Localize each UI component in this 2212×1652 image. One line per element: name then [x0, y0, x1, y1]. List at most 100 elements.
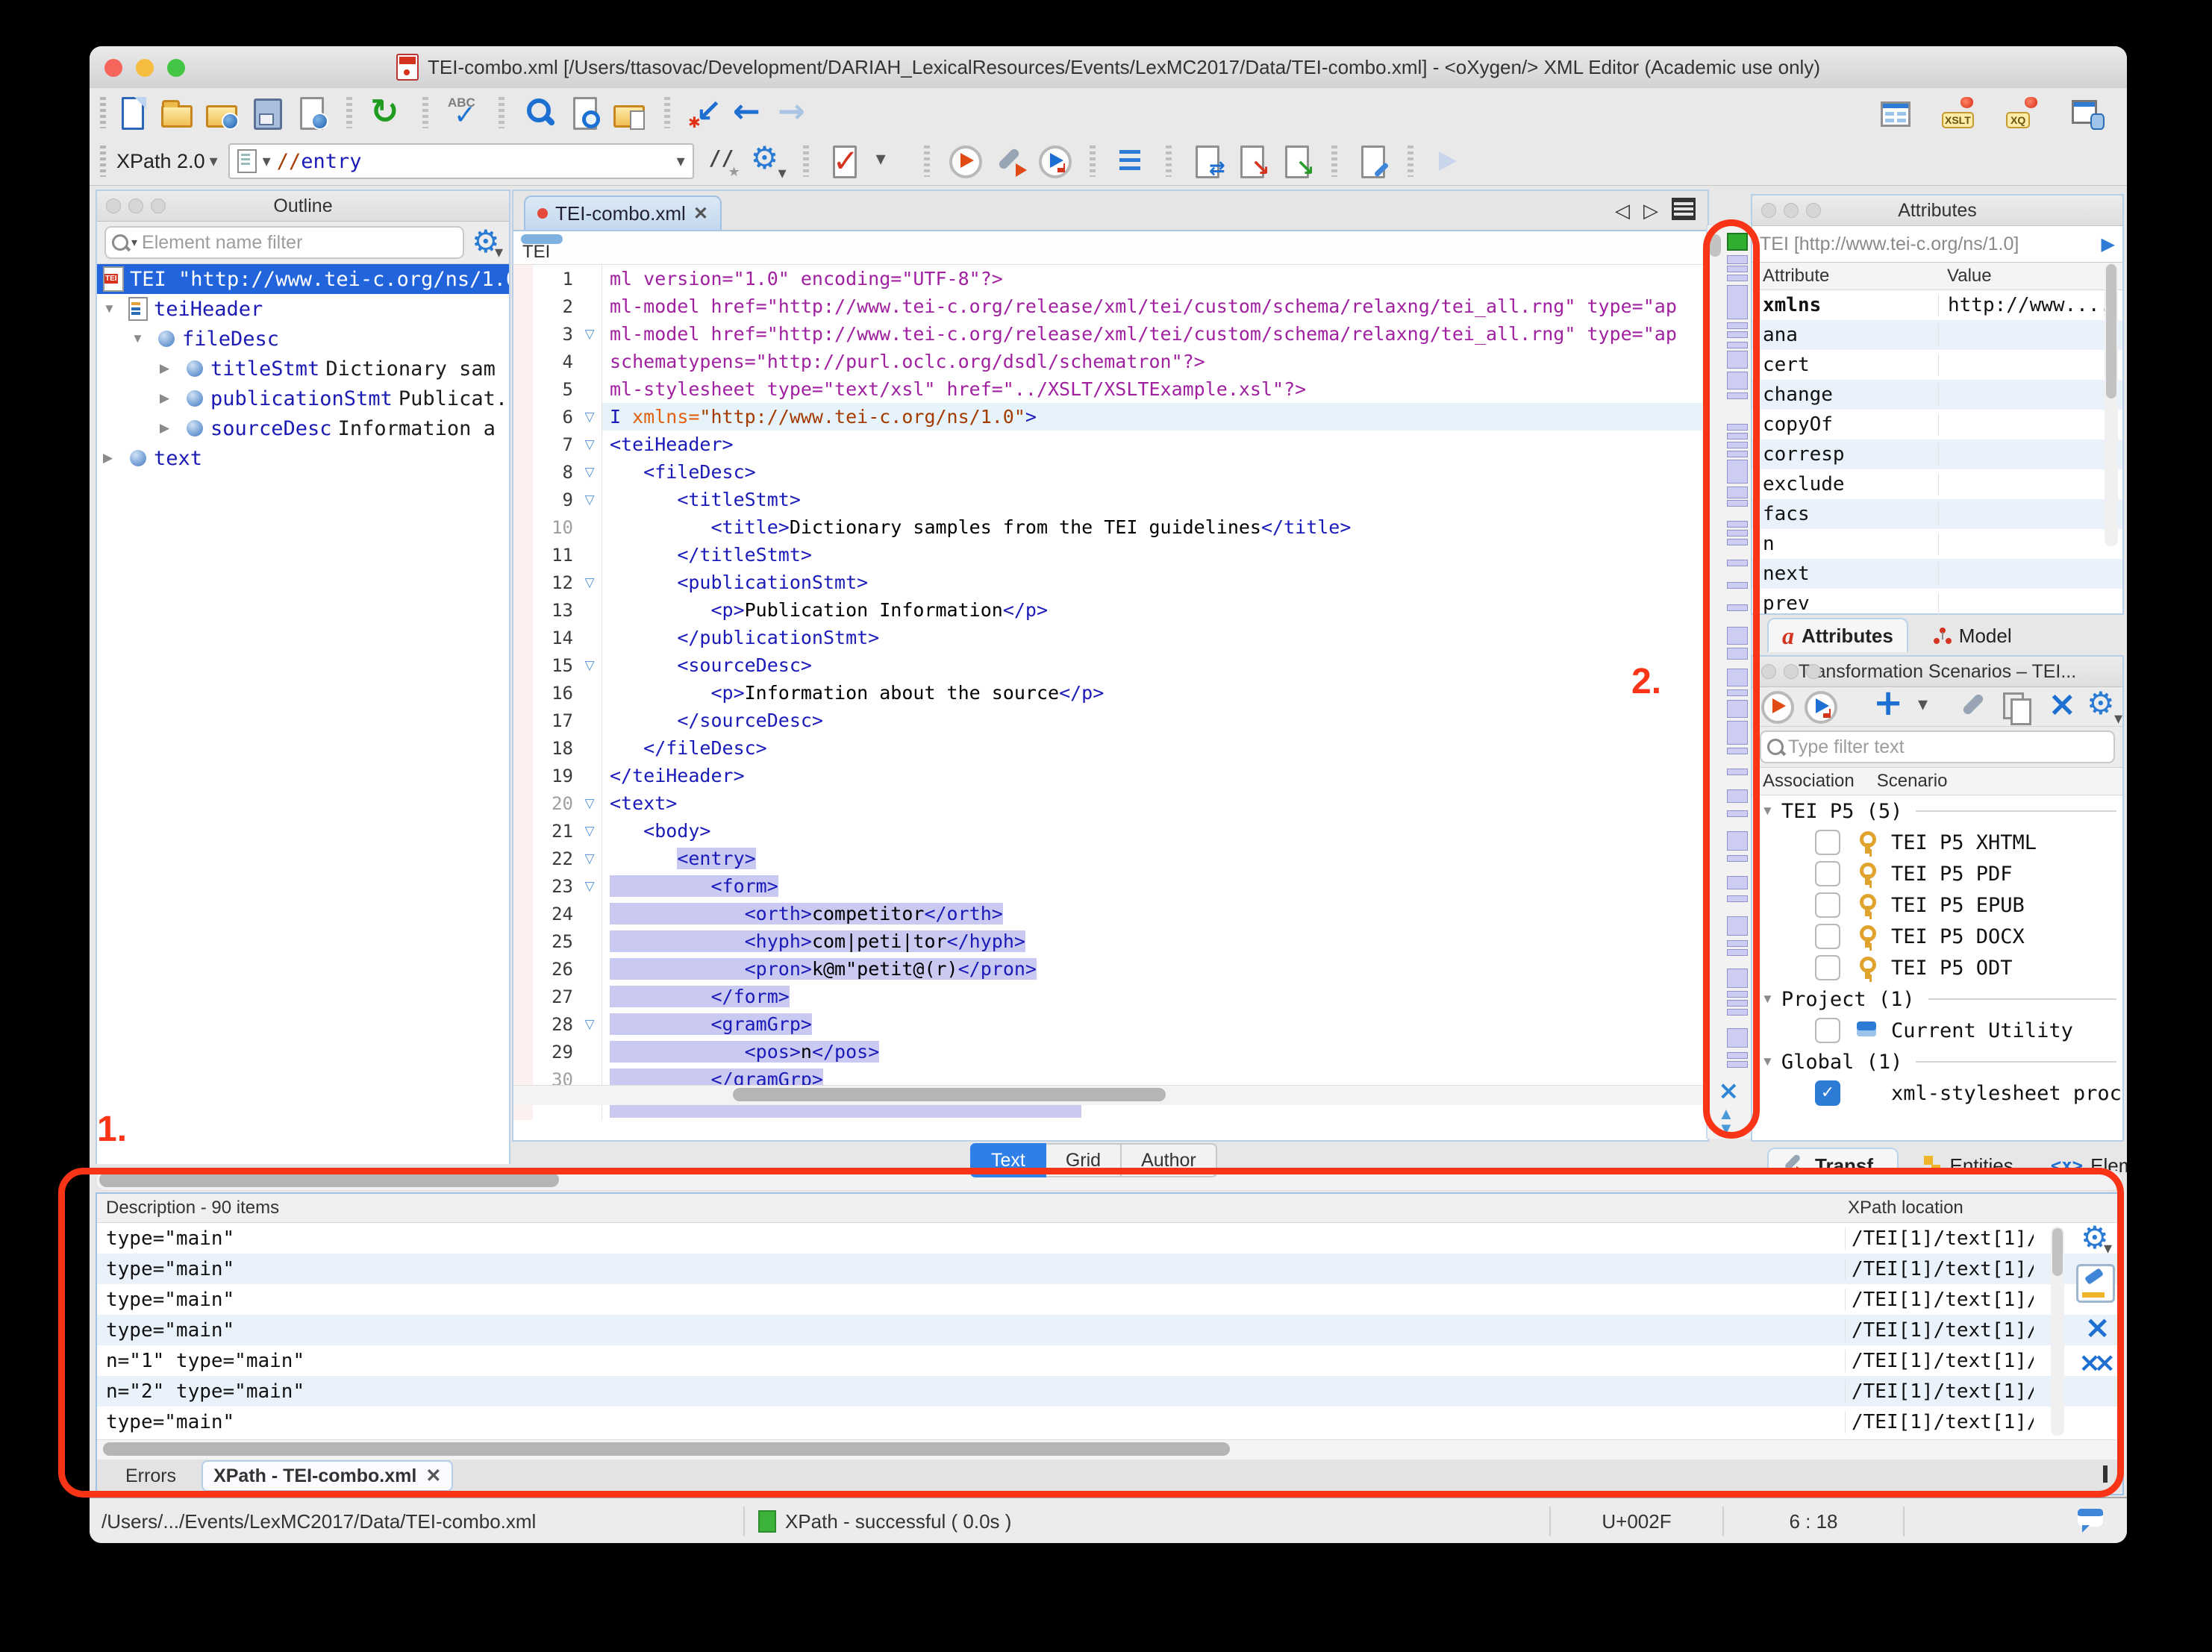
close-icon[interactable]: ✕: [693, 203, 708, 225]
fold-toggle-icon[interactable]: ▽: [578, 410, 602, 425]
fold-toggle-icon[interactable]: ▽: [578, 465, 602, 480]
code-line[interactable]: 26 <pron>k@m"petit@(r)</pron>: [513, 955, 1708, 983]
scenario-group[interactable]: ▼Global (1): [1752, 1046, 2122, 1077]
xpath-version-label[interactable]: XPath 2.0: [116, 150, 205, 173]
outline-filter-field[interactable]: ▾: [104, 226, 464, 259]
open-url-icon[interactable]: [204, 96, 239, 130]
code-line[interactable]: 9▽ <titleStmt>: [513, 486, 1708, 513]
code-editor[interactable]: 1ml version="1.0" encoding="UTF-8"?>2ml-…: [513, 265, 1708, 1120]
xpath-history-icon[interactable]: [237, 149, 257, 173]
scenario-item[interactable]: TEI P5 XHTML: [1752, 827, 2122, 858]
search-folder-icon[interactable]: [612, 96, 646, 130]
wrench-b-icon[interactable]: [1957, 689, 1991, 724]
drop-icon[interactable]: [872, 144, 906, 178]
xq-debug-icon[interactable]: [2006, 96, 2040, 130]
attributes-panel-header[interactable]: Attributes: [1752, 195, 2122, 226]
outline-item[interactable]: ▶titleStmtDictionary sam: [97, 354, 509, 384]
scenario-checkbox[interactable]: [1815, 861, 1840, 886]
slash-star-icon[interactable]: [706, 144, 740, 178]
clear-highlights-icon[interactable]: ×: [1718, 1076, 1740, 1106]
code-line[interactable]: 12▽ <publicationStmt>: [513, 569, 1708, 596]
results-horizontal-scrollbar[interactable]: [97, 1439, 2122, 1459]
tab-xpath-results[interactable]: XPath - TEI-combo.xml ✕: [201, 1460, 453, 1492]
code-line[interactable]: 21▽ <body>: [513, 817, 1708, 845]
save-url-icon[interactable]: [294, 96, 328, 130]
outline-item[interactable]: ▶text: [97, 443, 509, 473]
tab-errors[interactable]: Errors: [115, 1462, 187, 1490]
copy-docs-icon[interactable]: [2000, 689, 2034, 724]
code-line[interactable]: 20▽<text>: [513, 789, 1708, 817]
scenarios-filter-field[interactable]: [1760, 730, 2115, 763]
code-line[interactable]: 27 </form>: [513, 983, 1708, 1010]
code-line[interactable]: 4schematypens="http://purl.oclc.org/dsdl…: [513, 348, 1708, 375]
debug-run-icon[interactable]: [1803, 689, 1837, 724]
code-line[interactable]: 10 <title>Dictionary samples from the TE…: [513, 513, 1708, 541]
attribute-row[interactable]: exclude: [1752, 469, 2122, 499]
fold-toggle-icon[interactable]: ▽: [578, 575, 602, 590]
scenario-filter-input[interactable]: [1787, 736, 2108, 759]
element-combo[interactable]: TEI [http://www.tei-c.org/ns/1.0] ▶: [1752, 226, 2122, 263]
code-line[interactable]: 6▽I xmlns="http://www.tei-c.org/ns/1.0">: [513, 403, 1708, 431]
validate-icon[interactable]: [827, 144, 861, 178]
editor-overview-ruler[interactable]: × ▲ ▼: [1706, 225, 1752, 1139]
code-line[interactable]: 16 <p>Information about the source</p>: [513, 679, 1708, 707]
code-line[interactable]: 11 </titleStmt>: [513, 541, 1708, 569]
run-icon[interactable]: [1760, 689, 1794, 724]
wrench-icon[interactable]: [993, 144, 1027, 178]
mode-tab-author[interactable]: Author: [1122, 1143, 1217, 1177]
scenario-item[interactable]: TEI P5 DOCX: [1752, 921, 2122, 952]
mode-tab-text[interactable]: Text: [970, 1143, 1046, 1177]
code-line[interactable]: 19</teiHeader>: [513, 762, 1708, 789]
scenario-checkbox[interactable]: [1815, 892, 1840, 918]
result-row[interactable]: type="main"/TEI[1]/text[1]/bod: [97, 1407, 2122, 1437]
attribute-row[interactable]: cert: [1752, 350, 2122, 380]
code-line[interactable]: 29 <pos>n</pos>: [513, 1038, 1708, 1066]
outline-item[interactable]: ▼teiHeader: [97, 294, 509, 324]
chevron-right-icon[interactable]: ▶: [160, 361, 179, 376]
remove-all-results-icon[interactable]: [2078, 1351, 2113, 1377]
promote-red-icon[interactable]: [1234, 144, 1269, 178]
attribute-row[interactable]: prev: [1752, 589, 2122, 616]
breadcrumb-element[interactable]: TEI: [522, 242, 550, 263]
chevron-down-icon[interactable]: ▼: [1761, 1054, 1774, 1069]
scenario-item[interactable]: TEI P5 PDF: [1752, 858, 2122, 889]
scenario-checkbox[interactable]: ✓: [1815, 1080, 1840, 1106]
scenario-group[interactable]: ▼TEI P5 (5): [1752, 795, 2122, 827]
editor-tab[interactable]: TEI-combo.xml ✕: [524, 195, 722, 230]
spellcheck-icon[interactable]: [446, 96, 481, 130]
code-line[interactable]: 18 </fileDesc>: [513, 734, 1708, 762]
highlighter-icon[interactable]: [2076, 1264, 2115, 1303]
fold-toggle-icon[interactable]: ▽: [578, 492, 602, 507]
outline-panel-header[interactable]: Outline: [97, 191, 509, 222]
search-icon[interactable]: [522, 96, 557, 130]
code-line[interactable]: 14 </publicationStmt>: [513, 624, 1708, 651]
format-indent-icon[interactable]: [1113, 144, 1148, 178]
scenario-item[interactable]: TEI P5 EPUB: [1752, 889, 2122, 921]
layout-icon[interactable]: [1878, 96, 1912, 130]
result-row[interactable]: n="2" type="main"/TEI[1]/text[1]/bod: [97, 1376, 2122, 1407]
apply-transform-icon[interactable]: [1190, 144, 1224, 178]
attribute-row[interactable]: ana: [1752, 320, 2122, 350]
scenario-checkbox[interactable]: [1815, 924, 1840, 949]
forward-icon[interactable]: [778, 96, 812, 130]
scenario-item[interactable]: TEI P5 ODT: [1752, 952, 2122, 983]
scenario-item[interactable]: Current Utility: [1752, 1015, 2122, 1046]
edit-doc-icon[interactable]: [1355, 144, 1390, 178]
validation-status-icon[interactable]: [1727, 233, 1748, 251]
new-doc-icon[interactable]: [115, 96, 149, 130]
chevron-right-icon[interactable]: ▶: [103, 451, 122, 466]
attribute-row[interactable]: xmlnshttp://www....: [1752, 290, 2122, 320]
promote-green-icon[interactable]: [1279, 144, 1313, 178]
chevron-right-icon[interactable]: ▶: [160, 391, 179, 406]
code-line[interactable]: 3▽ml-model href="http://www.tei-c.org/re…: [513, 320, 1708, 348]
association-column-header[interactable]: Association: [1752, 771, 1855, 792]
value-column-header[interactable]: Value: [1938, 266, 1992, 287]
chevron-down-icon[interactable]: ▼: [131, 331, 151, 346]
code-line[interactable]: 24 <orth>competitor</orth>: [513, 900, 1708, 927]
outline-item[interactable]: TEI "http://www.tei-c.org/ns/1.0": [97, 264, 509, 294]
attribute-row[interactable]: corresp: [1752, 439, 2122, 469]
chevron-right-icon[interactable]: ▶: [160, 421, 179, 436]
next-occurrence-icon[interactable]: ▼: [1718, 1119, 1734, 1139]
results-xpath-header[interactable]: XPath location: [1848, 1198, 1963, 1218]
scenario-column-header[interactable]: Scenario: [1855, 771, 1948, 792]
